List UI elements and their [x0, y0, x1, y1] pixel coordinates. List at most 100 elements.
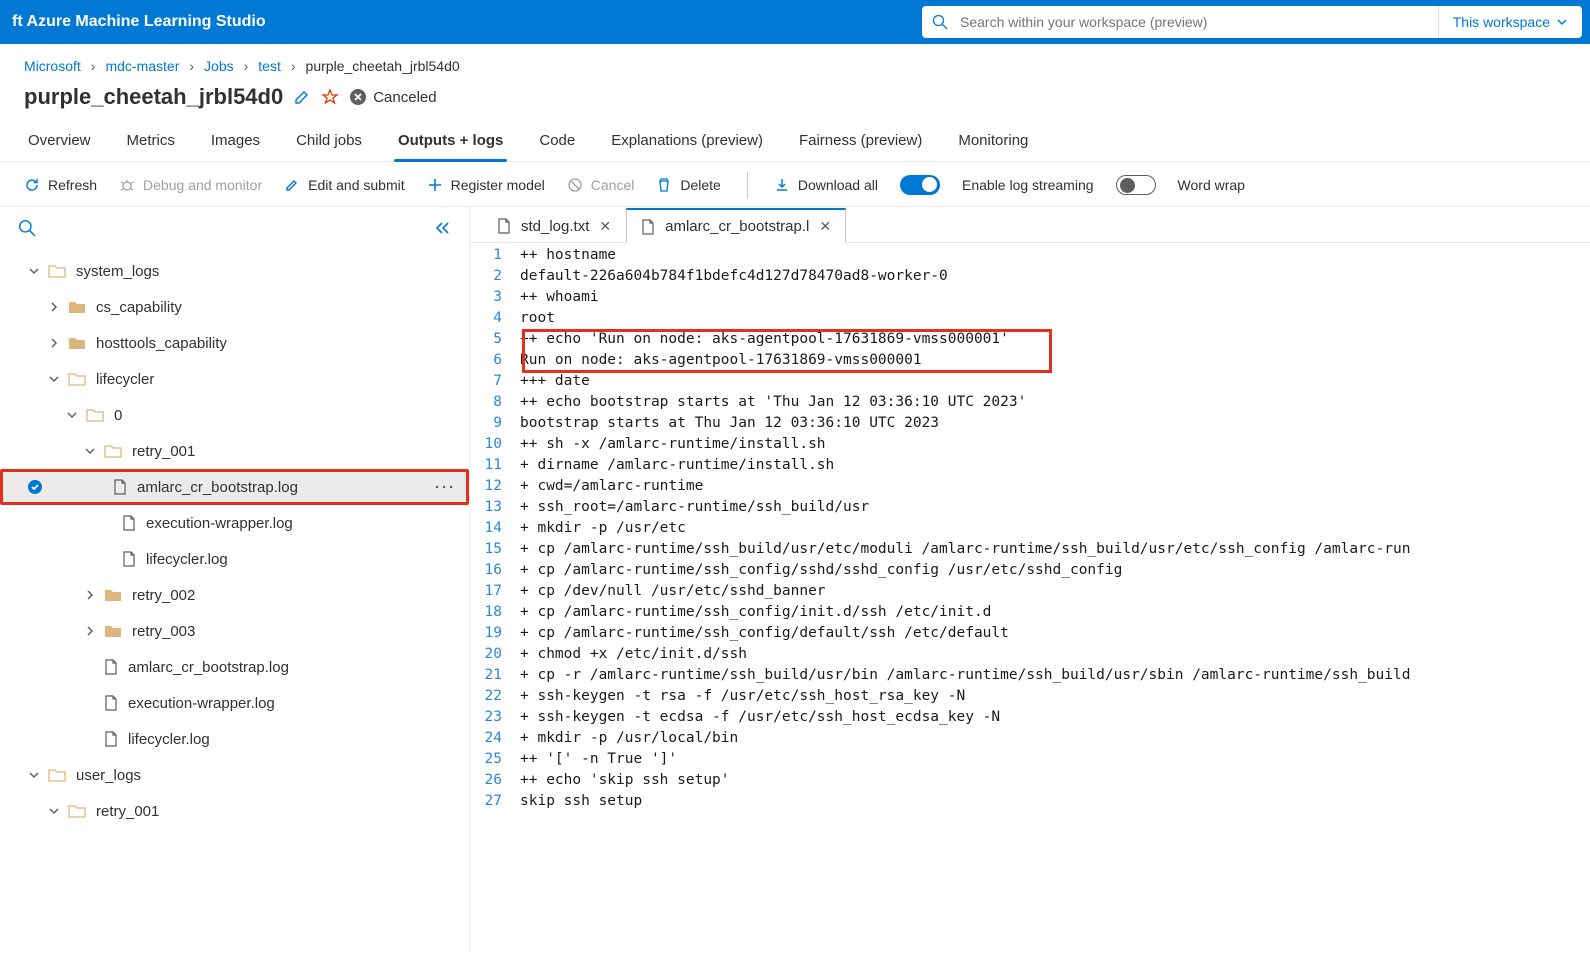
tab-child-jobs[interactable]: Child jobs	[292, 122, 366, 161]
log-streaming-toggle[interactable]	[900, 175, 940, 195]
collapse-panel-icon[interactable]	[425, 213, 459, 243]
crumb-current: purple_cheetah_jrbl54d0	[306, 58, 460, 74]
log-line: 7+++ date	[470, 371, 1590, 392]
close-icon[interactable]: ✕	[819, 218, 831, 235]
log-line: 3++ whoami	[470, 287, 1590, 308]
folder-open-icon	[86, 408, 104, 422]
topbar: ft Azure Machine Learning Studio This wo…	[0, 0, 1590, 44]
editor-panel: std_log.txt ✕ amlarc_cr_bootstrap.l ✕ 1+…	[470, 207, 1590, 952]
log-line: 26++ echo 'skip ssh setup'	[470, 770, 1590, 791]
cancel-status-icon	[349, 88, 367, 106]
tree-folder-hosttools[interactable]: hosttools_capability	[0, 325, 469, 361]
tab-images[interactable]: Images	[207, 122, 264, 161]
crumb-3[interactable]: test	[258, 58, 281, 74]
chevron-down-icon	[1556, 16, 1568, 28]
chevron-down-icon	[48, 373, 60, 385]
folder-open-icon	[48, 264, 66, 278]
tree-folder-retry-002[interactable]: retry_002	[0, 577, 469, 613]
log-line: 24+ mkdir -p /usr/local/bin	[470, 728, 1590, 749]
download-icon	[774, 177, 790, 193]
log-viewer[interactable]: 1++ hostname2default-226a604b784f1bdefc4…	[470, 243, 1590, 952]
edit-icon[interactable]	[293, 88, 311, 106]
chevron-down-icon	[28, 265, 40, 277]
tree-folder-lifecycler[interactable]: lifecycler	[0, 361, 469, 397]
tree-folder-user-logs[interactable]: user_logs	[0, 757, 469, 793]
file-icon	[497, 218, 511, 234]
trash-icon	[656, 177, 672, 193]
crumb-2[interactable]: Jobs	[204, 58, 234, 74]
log-line: 11+ dirname /amlarc-runtime/install.sh	[470, 455, 1590, 476]
close-icon[interactable]: ✕	[599, 218, 611, 235]
chevron-right-icon: ›	[189, 58, 194, 74]
tree-file-lifecycler-log-2[interactable]: lifecycler.log	[0, 721, 469, 757]
word-wrap-toggle[interactable]	[1116, 175, 1156, 195]
tab-overview[interactable]: Overview	[24, 122, 95, 161]
tab-code[interactable]: Code	[535, 122, 579, 161]
refresh-button[interactable]: Refresh	[24, 177, 97, 193]
log-line: 2default-226a604b784f1bdefc4d127d78470ad…	[470, 266, 1590, 287]
log-line: 25++ '[' -n True ']'	[470, 749, 1590, 770]
download-all-button[interactable]: Download all	[774, 177, 878, 193]
file-icon	[122, 515, 136, 531]
filter-icon[interactable]	[10, 213, 44, 243]
log-line: 12+ cwd=/amlarc-runtime	[470, 476, 1590, 497]
tab-fairness[interactable]: Fairness (preview)	[795, 122, 926, 161]
chevron-right-icon: ›	[291, 58, 296, 74]
bug-icon	[119, 177, 135, 193]
tree-file-exec-wrapper-2[interactable]: execution-wrapper.log	[0, 685, 469, 721]
delete-button[interactable]: Delete	[656, 177, 720, 193]
log-line: 22+ ssh-keygen -t rsa -f /usr/etc/ssh_ho…	[470, 686, 1590, 707]
tree-file-amlarc-2[interactable]: amlarc_cr_bootstrap.log	[0, 649, 469, 685]
tree-folder-system-logs[interactable]: system_logs	[0, 253, 469, 289]
file-tab-amlarc[interactable]: amlarc_cr_bootstrap.l ✕	[626, 208, 846, 243]
log-line: 6Run on node: aks-agentpool-17631869-vms…	[470, 350, 1590, 371]
edit-submit-button[interactable]: Edit and submit	[284, 177, 405, 193]
tree-folder-retry-001[interactable]: retry_001	[0, 433, 469, 469]
more-icon[interactable]: ···	[435, 479, 456, 496]
log-line: 27skip ssh setup	[470, 791, 1590, 812]
log-line: 18+ cp /amlarc-runtime/ssh_config/init.d…	[470, 602, 1590, 623]
file-tab-std-log[interactable]: std_log.txt ✕	[482, 208, 626, 243]
separator	[747, 172, 748, 198]
content-area: system_logs cs_capability hosttools_capa…	[0, 207, 1590, 952]
crumb-1[interactable]: mdc-master	[105, 58, 179, 74]
log-line: 21+ cp -r /amlarc-runtime/ssh_build/usr/…	[470, 665, 1590, 686]
folder-icon	[68, 336, 86, 350]
tab-outputs-logs[interactable]: Outputs + logs	[394, 122, 507, 161]
log-line: 1++ hostname	[470, 245, 1590, 266]
chevron-right-icon	[48, 337, 60, 349]
search-box[interactable]: This workspace	[922, 6, 1582, 38]
crumb-0[interactable]: Microsoft	[24, 58, 81, 74]
status-badge: Canceled	[349, 88, 436, 106]
log-line: 13+ ssh_root=/amlarc-runtime/ssh_build/u…	[470, 497, 1590, 518]
log-line: 20+ chmod +x /etc/init.d/ssh	[470, 644, 1590, 665]
file-tree-panel: system_logs cs_capability hosttools_capa…	[0, 207, 470, 952]
tabs: Overview Metrics Images Child jobs Outpu…	[0, 116, 1590, 162]
tree-folder-retry-003[interactable]: retry_003	[0, 613, 469, 649]
tab-metrics[interactable]: Metrics	[123, 122, 179, 161]
log-line: 8++ echo bootstrap starts at 'Thu Jan 12…	[470, 392, 1590, 413]
tab-monitoring[interactable]: Monitoring	[954, 122, 1032, 161]
folder-open-icon	[68, 804, 86, 818]
log-line: 10++ sh -x /amlarc-runtime/install.sh	[470, 434, 1590, 455]
chevron-down-icon	[28, 769, 40, 781]
tree-folder-cs-capability[interactable]: cs_capability	[0, 289, 469, 325]
search-input[interactable]	[958, 7, 1438, 37]
tree-file-amlarc-bootstrap[interactable]: amlarc_cr_bootstrap.log ···	[0, 469, 469, 505]
tree-folder-0[interactable]: 0	[0, 397, 469, 433]
file-icon	[641, 219, 655, 235]
pencil-icon	[284, 177, 300, 193]
register-model-button[interactable]: Register model	[427, 177, 545, 193]
tab-explanations[interactable]: Explanations (preview)	[607, 122, 767, 161]
tree-file-exec-wrapper[interactable]: execution-wrapper.log	[0, 505, 469, 541]
search-scope-dropdown[interactable]: This workspace	[1438, 6, 1582, 38]
tree-file-lifecycler-log[interactable]: lifecycler.log	[0, 541, 469, 577]
word-wrap-label: Word wrap	[1178, 177, 1245, 193]
chevron-right-icon: ›	[91, 58, 96, 74]
tree-folder-retry-001-user[interactable]: retry_001	[0, 793, 469, 829]
log-line: 19+ cp /amlarc-runtime/ssh_config/defaul…	[470, 623, 1590, 644]
cancel-icon	[567, 177, 583, 193]
log-streaming-label: Enable log streaming	[962, 177, 1094, 193]
star-icon[interactable]	[321, 88, 339, 106]
file-icon	[104, 659, 118, 675]
